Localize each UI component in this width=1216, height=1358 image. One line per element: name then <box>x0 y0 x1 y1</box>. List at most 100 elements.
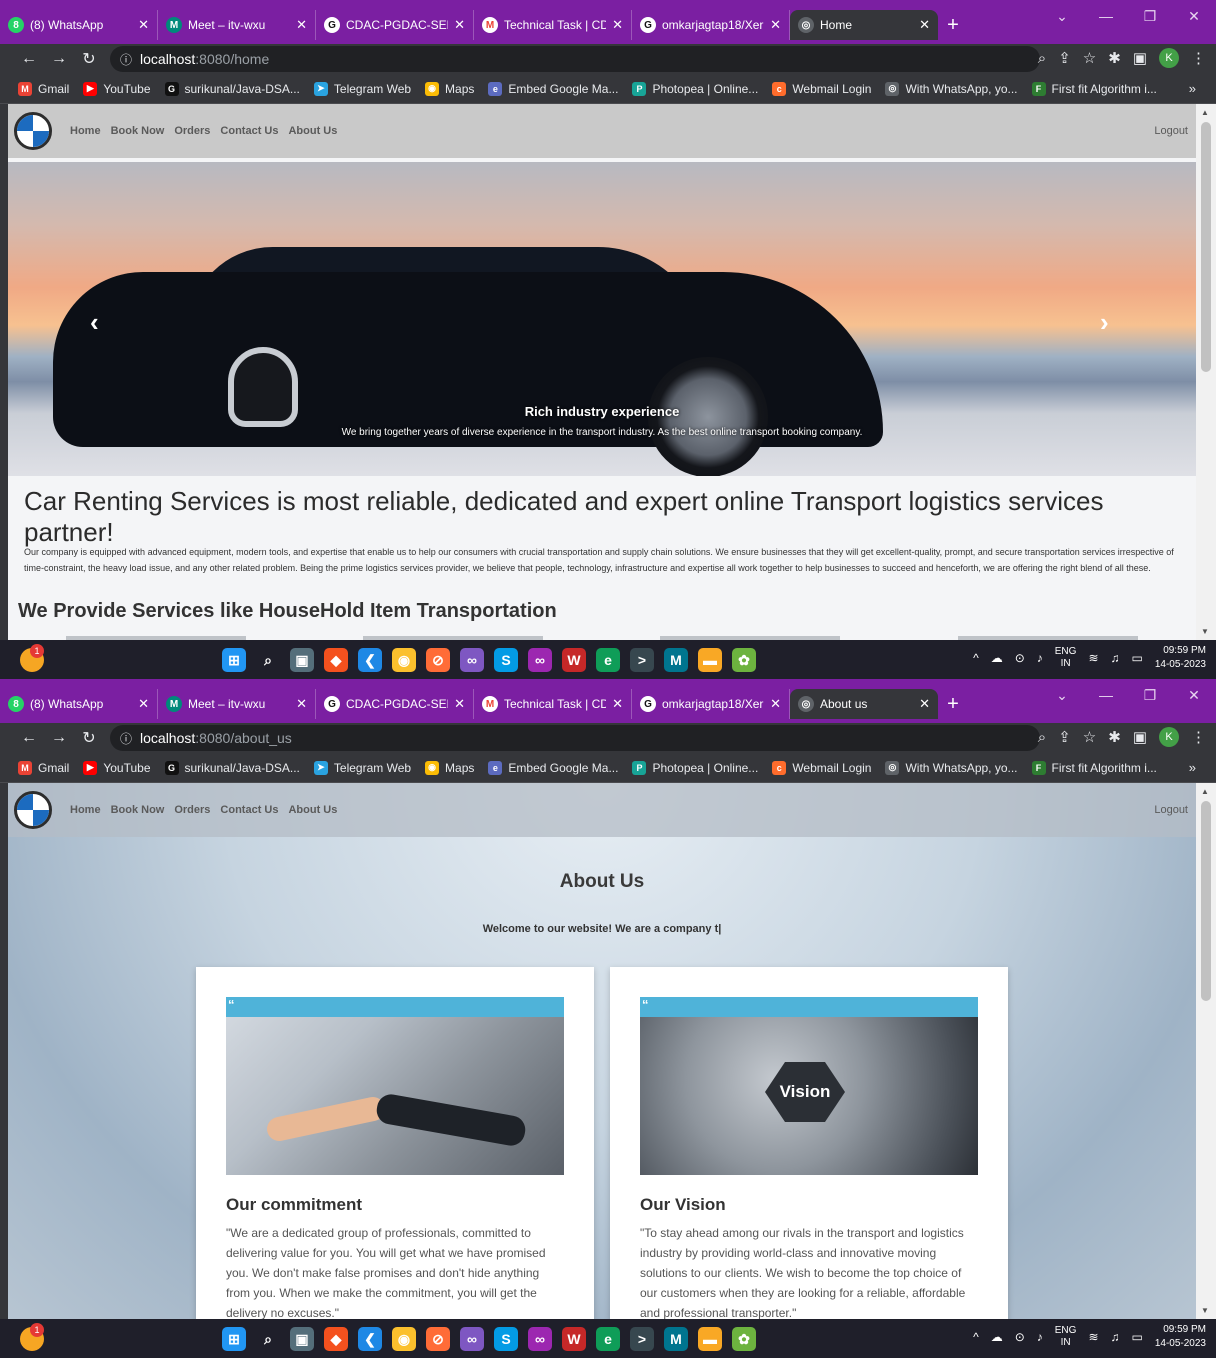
nav-orders[interactable]: Orders <box>174 125 210 137</box>
back-button[interactable]: ← <box>14 50 44 68</box>
zoom-icon[interactable]: ⌕ <box>1038 729 1046 746</box>
bookmark-star-icon[interactable]: ☆ <box>1083 728 1096 746</box>
bookmark-item[interactable]: ◉ Maps <box>425 760 474 775</box>
scroll-down-icon[interactable]: ▼ <box>1201 627 1209 636</box>
vs-preview-icon[interactable]: ∞ <box>528 648 552 672</box>
scroll-up-icon[interactable]: ▲ <box>1201 108 1209 117</box>
clock[interactable]: 09:59 PM 14-05-2023 <box>1155 644 1206 672</box>
wamp-icon[interactable]: W <box>562 648 586 672</box>
close-window-button[interactable]: ✕ <box>1172 8 1216 25</box>
page-scrollbar[interactable]: ▲ ▼ <box>1196 104 1216 640</box>
bookmark-item[interactable]: P Photopea | Online... <box>632 760 758 775</box>
bookmark-item[interactable]: ◉ Maps <box>425 81 474 96</box>
bookmarks-overflow-icon[interactable]: » <box>1189 81 1196 96</box>
bookmark-item[interactable]: e Embed Google Ma... <box>488 760 618 775</box>
task-view-icon[interactable]: ▣ <box>290 648 314 672</box>
nav-contact-us[interactable]: Contact Us <box>220 804 278 816</box>
wifi-icon[interactable]: ≋ <box>1088 651 1098 665</box>
file-explorer-icon[interactable]: ▬ <box>698 648 722 672</box>
task-view-icon[interactable]: ▣ <box>290 1327 314 1351</box>
profile-avatar[interactable]: K <box>1159 727 1179 747</box>
close-window-button[interactable]: ✕ <box>1172 687 1216 704</box>
tab-meet[interactable]: M Meet – itv-wxu ✕ <box>158 10 316 40</box>
file-explorer-icon[interactable]: ▬ <box>698 1327 722 1351</box>
tab-home[interactable]: ◎ Home ✕ <box>790 10 938 40</box>
tab-gmail-task[interactable]: M Technical Task | CD ✕ <box>474 689 632 719</box>
tab-about-us[interactable]: ◎ About us ✕ <box>790 689 938 719</box>
chrome-icon[interactable]: ◉ <box>392 648 416 672</box>
carousel-prev-icon[interactable]: ‹ <box>90 307 99 338</box>
bookmark-item[interactable]: F First fit Algorithm i... <box>1031 81 1157 96</box>
bookmark-item[interactable]: ▶ YouTube <box>83 81 151 96</box>
wamp-icon[interactable]: W <box>562 1327 586 1351</box>
page-scrollbar[interactable]: ▲ ▼ <box>1196 783 1216 1319</box>
bookmark-star-icon[interactable]: ☆ <box>1083 49 1096 67</box>
terminal-icon[interactable]: > <box>630 1327 654 1351</box>
nav-orders[interactable]: Orders <box>174 804 210 816</box>
tab-whatsapp[interactable]: 8 (8) WhatsApp ✕ <box>0 689 158 719</box>
vscode-icon[interactable]: ❮ <box>358 1327 382 1351</box>
restore-button[interactable]: ❐ <box>1128 687 1172 704</box>
menu-icon[interactable]: ⋮ <box>1191 728 1206 746</box>
minimize-button[interactable]: — <box>1084 687 1128 704</box>
url-field[interactable]: ⓘ localhost:8080/home <box>110 46 1040 72</box>
close-icon[interactable]: ✕ <box>454 17 465 33</box>
bookmark-item[interactable]: ➤ Telegram Web <box>313 81 411 96</box>
scroll-down-icon[interactable]: ▼ <box>1201 1306 1209 1315</box>
info-icon[interactable]: ⓘ <box>120 51 132 68</box>
bookmark-item[interactable]: Gsurikunal/Java-DSA... <box>164 760 300 775</box>
bookmark-item[interactable]: ▶ YouTube <box>83 760 151 775</box>
brand-logo[interactable] <box>14 112 52 150</box>
info-icon[interactable]: ⓘ <box>120 730 132 747</box>
scrollbar-thumb[interactable] <box>1201 801 1211 1001</box>
tab-github-omkar[interactable]: Gomkarjagtap18/Xer ✕ <box>632 689 790 719</box>
meet-tray-icon[interactable]: ⊙ <box>1015 651 1025 665</box>
git-icon[interactable]: ◆ <box>324 648 348 672</box>
bookmark-item[interactable]: ◎ With WhatsApp, yo... <box>885 760 1018 775</box>
nav-home[interactable]: Home <box>70 125 101 137</box>
mysql-workbench-icon[interactable]: M <box>664 648 688 672</box>
scrollbar-thumb[interactable] <box>1201 122 1211 372</box>
microphone-icon[interactable]: ♪ <box>1037 1330 1043 1344</box>
close-icon[interactable]: ✕ <box>770 696 781 712</box>
bookmark-item[interactable]: M Gmail <box>18 81 69 96</box>
bookmark-item[interactable]: c Webmail Login <box>772 760 871 775</box>
bookmark-item[interactable]: c Webmail Login <box>772 81 871 96</box>
mysql-workbench-icon[interactable]: M <box>664 1327 688 1351</box>
microphone-icon[interactable]: ♪ <box>1037 651 1043 665</box>
nav-about-us[interactable]: About Us <box>288 804 337 816</box>
bookmark-item[interactable]: F First fit Algorithm i... <box>1031 760 1157 775</box>
postman-icon[interactable]: ⊘ <box>426 1327 450 1351</box>
close-icon[interactable]: ✕ <box>919 696 930 712</box>
sidepanel-icon[interactable]: ▣ <box>1133 728 1147 746</box>
logout-link[interactable]: Logout <box>1154 125 1188 137</box>
tab-github-cdac[interactable]: G CDAC-PGDAC-SEPT ✕ <box>316 689 474 719</box>
language-indicator[interactable]: ENG IN <box>1055 646 1077 670</box>
terminal-icon[interactable]: > <box>630 648 654 672</box>
search-icon[interactable]: ⌕ <box>256 648 280 672</box>
close-icon[interactable]: ✕ <box>612 696 623 712</box>
visual-studio-icon[interactable]: ∞ <box>460 1327 484 1351</box>
tab-whatsapp[interactable]: 8 (8) WhatsApp ✕ <box>0 10 158 40</box>
bookmark-item[interactable]: ➤ Telegram Web <box>313 760 411 775</box>
close-icon[interactable]: ✕ <box>138 696 149 712</box>
reload-button[interactable]: ↻ <box>74 49 104 69</box>
nav-book-now[interactable]: Book Now <box>111 125 165 137</box>
reload-button[interactable]: ↻ <box>74 728 104 748</box>
forward-button[interactable]: → <box>44 50 74 68</box>
close-icon[interactable]: ✕ <box>919 17 930 33</box>
tab-gmail-task[interactable]: M Technical Task | CD ✕ <box>474 10 632 40</box>
onedrive-icon[interactable]: ☁ <box>991 1330 1003 1344</box>
battery-icon[interactable]: ▭ <box>1132 1330 1143 1344</box>
logout-link[interactable]: Logout <box>1154 804 1188 816</box>
vscode-icon[interactable]: ❮ <box>358 648 382 672</box>
extensions-icon[interactable]: ✱ <box>1108 728 1121 746</box>
nav-contact-us[interactable]: Contact Us <box>220 125 278 137</box>
profile-avatar[interactable]: K <box>1159 48 1179 68</box>
brand-logo[interactable] <box>14 791 52 829</box>
onedrive-icon[interactable]: ☁ <box>991 651 1003 665</box>
visual-studio-icon[interactable]: ∞ <box>460 648 484 672</box>
weather-widget-icon[interactable]: 1 <box>20 644 44 672</box>
bookmark-item[interactable]: ◎ With WhatsApp, yo... <box>885 81 1018 96</box>
postman-icon[interactable]: ⊘ <box>426 648 450 672</box>
